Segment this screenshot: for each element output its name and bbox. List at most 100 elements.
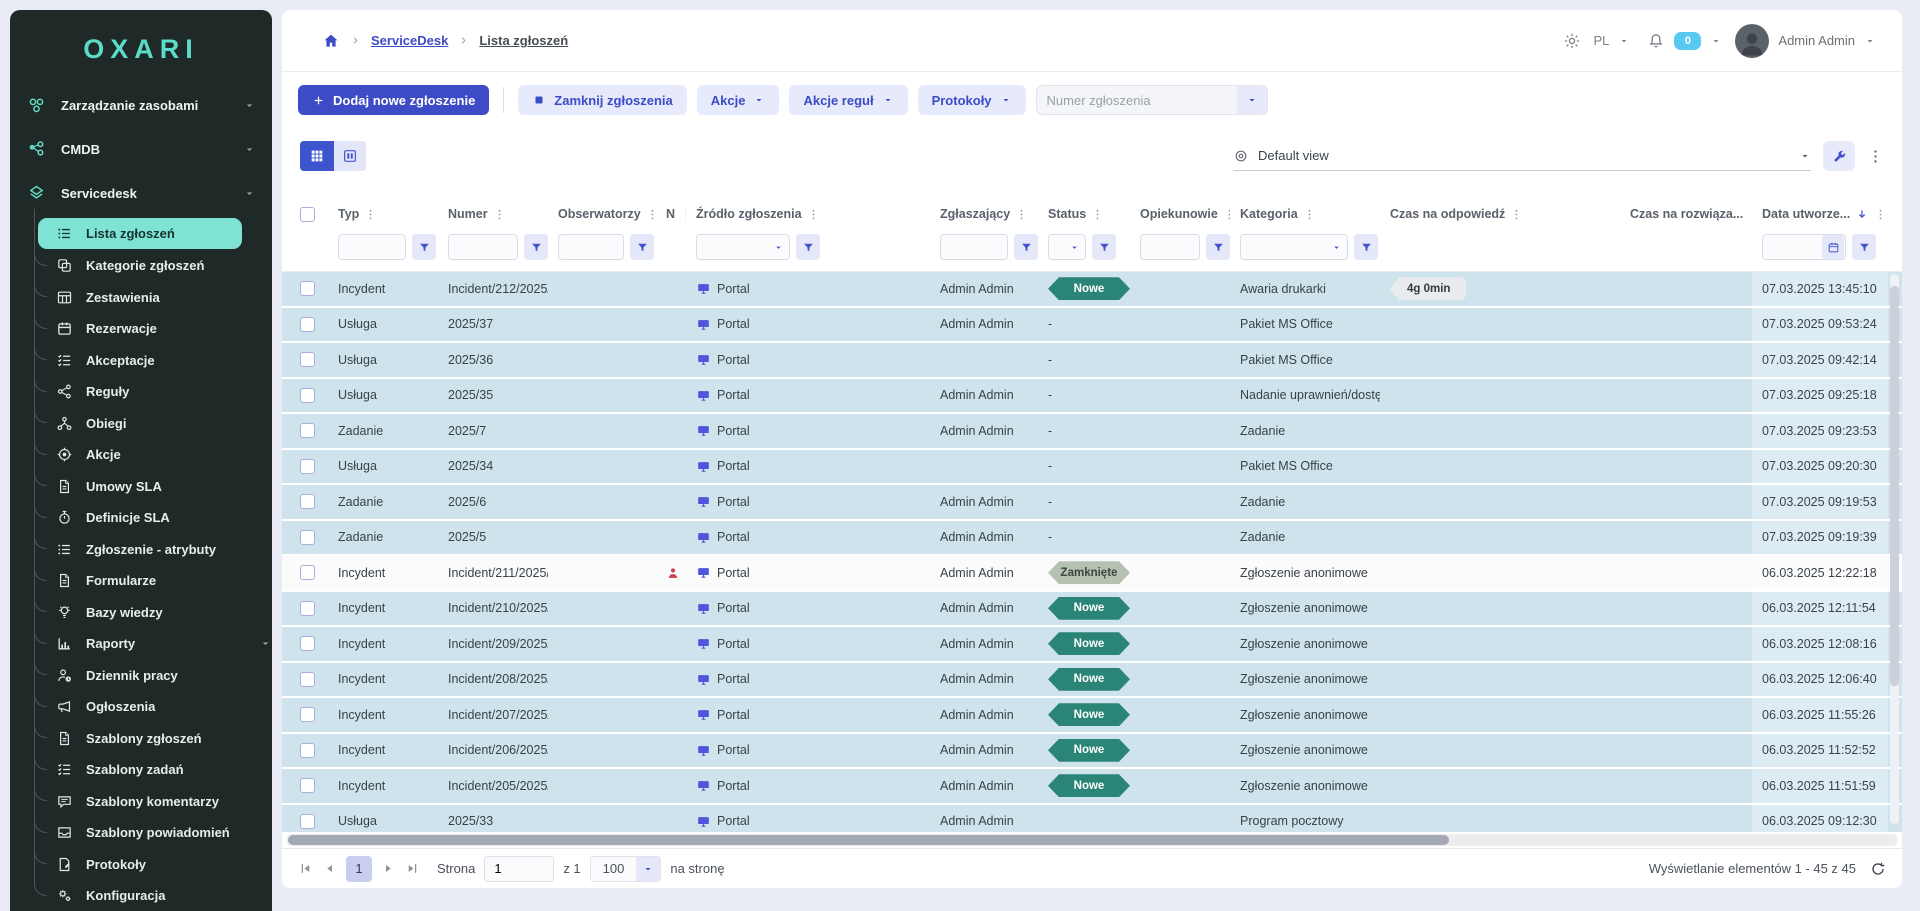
bell-icon[interactable] [1647, 32, 1665, 50]
table-row[interactable]: IncydentIncident/210/2025/3/6PortalAdmin… [282, 592, 1902, 628]
horizontal-scrollbar[interactable] [282, 832, 1902, 848]
filter-button-opiekunowie[interactable] [1206, 234, 1230, 260]
row-checkbox[interactable] [300, 707, 315, 722]
row-checkbox[interactable] [300, 281, 315, 296]
filter-input-opiekunowie[interactable] [1140, 234, 1200, 260]
avatar[interactable] [1735, 24, 1769, 58]
row-checkbox[interactable] [300, 530, 315, 545]
filter-button-zrodlo[interactable] [796, 234, 820, 260]
row-checkbox[interactable] [300, 317, 315, 332]
date-picker-button[interactable] [1822, 235, 1844, 259]
breadcrumb-servicedesk[interactable]: ServiceDesk [371, 33, 448, 48]
table-row[interactable]: Usługa2025/36Portal-Pakiet MS Office07.0… [282, 343, 1902, 379]
sidebar-item-lista-zg-osze[interactable]: Lista zgłoszeń [38, 218, 242, 249]
sidebar-item-szablony-powiadomie[interactable]: Szablony powiadomień [10, 817, 272, 849]
filter-input-numer[interactable] [448, 234, 518, 260]
sidebar-item-umowy-sla[interactable]: Umowy SLA [10, 471, 272, 503]
sidebar-item-zestawienia[interactable]: Zestawienia [10, 282, 272, 314]
table-row[interactable]: Usługa2025/34Portal-Pakiet MS Office07.0… [282, 450, 1902, 486]
sidebar-item-konfiguracja[interactable]: Konfiguracja [10, 880, 272, 911]
column-menu-icon[interactable] [493, 208, 506, 221]
row-checkbox[interactable] [300, 459, 315, 474]
table-row[interactable]: IncydentIncident/212/2025/3/7PortalAdmin… [282, 272, 1902, 308]
table-row[interactable]: Usługa2025/37PortalAdmin Admin-Pakiet MS… [282, 308, 1902, 344]
page-input[interactable] [484, 856, 554, 882]
row-checkbox[interactable] [300, 388, 315, 403]
column-menu-icon[interactable] [1091, 208, 1104, 221]
table-row[interactable]: IncydentIncident/211/2025/3/6PortalAdmin… [282, 556, 1902, 592]
page-size-select[interactable]: 100 [590, 856, 662, 882]
filter-button-status[interactable] [1092, 234, 1116, 260]
select-all-checkbox[interactable] [300, 207, 315, 222]
user-menu[interactable]: Admin Admin [1778, 33, 1855, 48]
gear-icon[interactable] [1563, 32, 1581, 50]
sidebar-group-servicedesk[interactable]: Servicedesk [10, 171, 272, 215]
table-row[interactable]: IncydentIncident/206/2025/3/6PortalAdmin… [282, 734, 1902, 770]
language-selector[interactable]: PL [1594, 33, 1610, 48]
first-page-button[interactable] [298, 861, 313, 876]
refresh-button[interactable] [1870, 861, 1886, 877]
horizontal-scrollbar-track[interactable] [286, 834, 1898, 846]
filter-input-obserwatorzy[interactable] [558, 234, 624, 260]
row-checkbox[interactable] [300, 423, 315, 438]
vertical-scrollbar[interactable] [1890, 274, 1899, 824]
ticket-number-dropdown[interactable] [1237, 85, 1267, 115]
sidebar-item-raporty[interactable]: Raporty [10, 628, 272, 660]
close-tickets-button[interactable]: Zamknij zgłoszenia [518, 85, 686, 115]
next-page-button[interactable] [381, 861, 396, 876]
filter-button-data_utworzenia[interactable] [1852, 234, 1876, 260]
filter-select-zrodlo[interactable] [696, 234, 790, 260]
filter-button-numer[interactable] [524, 234, 548, 260]
row-checkbox[interactable] [300, 672, 315, 687]
sidebar-group-zarz-dzanie-zasobami[interactable]: Zarządzanie zasobami [10, 83, 272, 127]
table-row[interactable]: Usługa2025/33PortalAdmin AdminProgram po… [282, 805, 1902, 833]
row-checkbox[interactable] [300, 778, 315, 793]
filter-button-zglaszajacy[interactable] [1014, 234, 1038, 260]
page-number-button[interactable]: 1 [346, 856, 372, 882]
actions-dropdown[interactable]: Akcje [697, 85, 780, 115]
row-checkbox[interactable] [300, 636, 315, 651]
grid-view-button[interactable] [300, 141, 334, 171]
table-row[interactable]: IncydentIncident/205/2025/3/6PortalAdmin… [282, 769, 1902, 805]
column-menu-icon[interactable] [364, 208, 377, 221]
last-page-button[interactable] [405, 861, 420, 876]
view-select[interactable]: Default view [1233, 141, 1811, 171]
row-checkbox[interactable] [300, 565, 315, 580]
add-ticket-button[interactable]: Dodaj nowe zgłoszenie [298, 85, 489, 115]
sidebar-item-szablony-komentarzy[interactable]: Szablony komentarzy [10, 786, 272, 818]
home-icon[interactable] [322, 32, 340, 50]
filter-input-zglaszajacy[interactable] [940, 234, 1008, 260]
table-row[interactable]: Zadanie2025/6PortalAdmin Admin-Zadanie07… [282, 485, 1902, 521]
filter-button-typ[interactable] [412, 234, 436, 260]
table-row[interactable]: Zadanie2025/5PortalAdmin Admin-Zadanie07… [282, 521, 1902, 557]
column-menu-icon[interactable] [646, 208, 656, 221]
customize-view-button[interactable] [1823, 141, 1855, 171]
rule-actions-dropdown[interactable]: Akcje reguł [789, 85, 907, 115]
sidebar-item-definicje-sla[interactable]: Definicje SLA [10, 502, 272, 534]
sidebar-item-protoko-y[interactable]: Protokoły [10, 849, 272, 881]
row-checkbox[interactable] [300, 743, 315, 758]
table-row[interactable]: IncydentIncident/209/2025/3/6PortalAdmin… [282, 627, 1902, 663]
sidebar-item-szablony-zg-osze[interactable]: Szablony zgłoszeń [10, 723, 272, 755]
table-row[interactable]: IncydentIncident/207/2025/3/6PortalAdmin… [282, 698, 1902, 734]
filter-select-kategoria[interactable] [1240, 234, 1348, 260]
sidebar-item-zg-oszenie-atrybuty[interactable]: Zgłoszenie - atrybuty [10, 534, 272, 566]
protocols-dropdown[interactable]: Protokoły [918, 85, 1026, 115]
sidebar-item-akcje[interactable]: Akcje [10, 439, 272, 471]
filter-button-kategoria[interactable] [1354, 234, 1378, 260]
sidebar-group-cmdb[interactable]: CMDB [10, 127, 272, 171]
sidebar-item-szablony-zada[interactable]: Szablony zadań [10, 754, 272, 786]
table-row[interactable]: Zadanie2025/7PortalAdmin Admin-Zadanie07… [282, 414, 1902, 450]
row-checkbox[interactable] [300, 494, 315, 509]
previous-page-button[interactable] [322, 861, 337, 876]
column-menu-icon[interactable] [807, 208, 820, 221]
filter-input-typ[interactable] [338, 234, 406, 260]
sidebar-item-formularze[interactable]: Formularze [10, 565, 272, 597]
sidebar-item-og-oszenia[interactable]: Ogłoszenia [10, 691, 272, 723]
sidebar-item-obiegi[interactable]: Obiegi [10, 408, 272, 440]
kanban-view-button[interactable] [334, 141, 366, 171]
filter-date-data_utworzenia[interactable] [1762, 234, 1846, 260]
sidebar-item-bazy-wiedzy[interactable]: Bazy wiedzy [10, 597, 272, 629]
table-row[interactable]: IncydentIncident/208/2025/3/6PortalAdmin… [282, 663, 1902, 699]
row-checkbox[interactable] [300, 352, 315, 367]
